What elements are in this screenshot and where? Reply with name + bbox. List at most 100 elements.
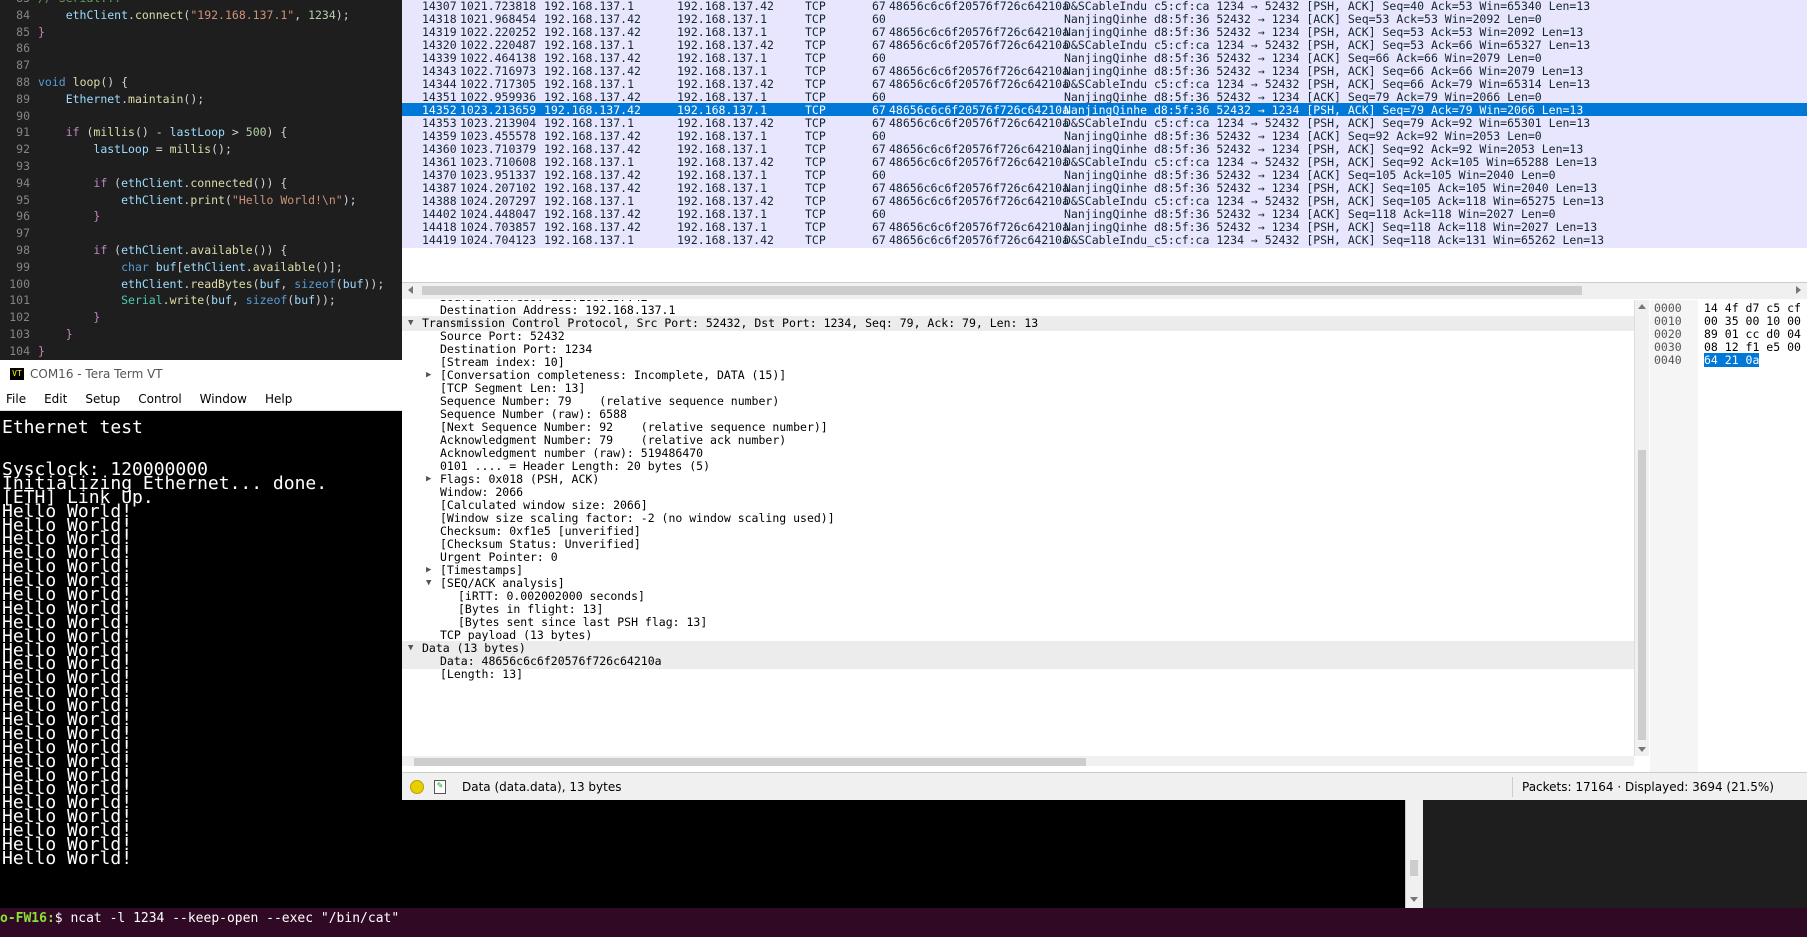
scroll-right-icon[interactable] [1796,286,1801,294]
code-token: // Serial... [38,0,121,5]
code-token: , [280,276,295,291]
hex-bytes: 14 4f d7 c5 cf ca 54 14 a7 d8 5f 36 08 0… [1704,301,1801,315]
teraterm-titlebar: VT COM16 - Tera Term VT [0,360,402,388]
code-token: . [162,293,170,308]
linux-terminal[interactable]: o-FW16:$ ncat -l 1234 --keep-open --exec… [0,908,740,937]
terminal-tab-area [740,908,1807,937]
scroll-down-icon[interactable] [1638,747,1646,752]
details-vscrollbar[interactable] [1634,300,1649,756]
details-hscroll-thumb[interactable] [414,758,1086,766]
line-number: 93 [16,159,30,173]
background-window [1423,800,1807,908]
line-number: 87 [16,58,30,73]
packet-cell-info2: 48656c6c6f20576f726c64210a [889,233,1069,247]
code-token: (); [183,91,205,106]
code-token: lastLoop [93,142,149,157]
menu-item-edit[interactable]: Edit [44,392,67,406]
line-number: 103 [9,327,30,341]
packet-cell-proto: TCP [805,233,826,247]
code-token: print [190,192,225,207]
code-token: } [93,209,101,224]
code-token: ethClient [183,259,246,274]
menu-item-control[interactable]: Control [138,392,181,406]
terminal-prompt-host: o-FW16: [0,911,55,926]
code-line: 102 } [0,309,402,325]
scroll-left-icon[interactable] [408,286,413,294]
packet-list-scroll-thumb[interactable] [422,286,1582,295]
teraterm-title: COM16 - Tera Term VT [30,367,163,381]
menu-item-window[interactable]: Window [200,392,247,406]
code-token: ethClient [121,243,184,257]
details-hscrollbar[interactable] [402,756,1634,766]
code-token: write [169,293,205,308]
code-token: 1234 [308,7,336,22]
code-token: buf [294,293,316,308]
code-token: Serial [121,293,163,308]
line-number: 101 [9,293,30,308]
code-token: = [148,142,170,157]
line-number: 89 [16,91,30,106]
code-token: ( [335,276,343,291]
hex-offset-column: 0000 0010 0020 0030 0040 [1650,300,1698,772]
terminal-command: $ ncat -l 1234 --keep-open --exec "/bin/… [54,911,400,926]
code-line: 89 Ethernet.maintain(); [0,91,402,107]
code-line: 100 ethClient.readBytes(buf, sizeof(buf)… [0,276,402,292]
code-token: buf [155,259,177,274]
menu-item-help[interactable]: Help [265,392,292,406]
packet-details[interactable]: Source Address: 192.168.137.42Destinatio… [402,300,1651,766]
line-number: 102 [9,310,30,325]
code-token: ()) { [252,175,288,190]
code-line: 84 ethClient.connect("192.168.137.1", 12… [0,7,402,23]
code-line: 93 [0,158,402,174]
code-token: loop [72,75,101,89]
code-token: maintain [128,91,184,106]
line-number: 99 [16,259,30,274]
code-line: 99 char buf[ethClient.available()]; [0,259,402,275]
code-token: "192.168.137.1" [190,7,295,22]
code-editor[interactable]: 83// Serial...84 ethClient.connect("192.… [0,0,402,360]
code-token: . [128,7,135,22]
packet-row[interactable]: 14419 1024.704123 192.168.137.1 192.168.137… [402,233,1807,248]
detail-row[interactable]: [Length: 13] [402,667,1634,682]
teraterm-window[interactable]: VT COM16 - Tera Term VT File Edit Setup Con… [0,360,402,908]
code-token: if [65,125,80,140]
teraterm-scroll-thumb[interactable] [1410,860,1418,876]
packet-list[interactable]: 14307 1021.723818 192.168.137.1 192.168.137… [402,0,1807,282]
line-number: 95 [16,192,30,207]
expert-info-icon[interactable] [410,780,424,794]
hex-bytes: 00 35 00 10 00 00 ff 06 28 36 c0 a8 89 2… [1704,314,1801,328]
status-bar: ✎ Data (data.data), 13 bytes Packets: 17… [402,772,1807,800]
code-token: ( [79,125,94,140]
scroll-down-icon[interactable] [1410,897,1418,902]
code-token: buf [342,276,364,291]
code-token: () - [134,125,170,140]
line-number: 84 [16,7,30,22]
code-token: connected [190,175,253,190]
terminal-line: Hello World! [2,847,133,869]
code-token: } [38,343,45,358]
packet-cell-info: D&SCableIndu_c5:cf:ca 1234 → 52432 [PSH,… [1064,233,1605,247]
teraterm-vscrollbar[interactable] [1405,800,1424,908]
menu-item-file[interactable]: File [6,392,26,406]
packet-bytes[interactable]: 14 4f d7 c5 cf ca 54 14 a7 d8 5f 36 08 0… [1698,300,1807,772]
wireshark-window: 14307 1021.723818 192.168.137.1 192.168.137… [402,0,1807,800]
line-number: 90 [16,108,30,123]
line-number: 86 [16,41,30,56]
details-scroll-thumb[interactable] [1638,450,1646,740]
code-token: millis [93,125,135,140]
packet-list-hscrollbar[interactable] [402,282,1807,299]
edit-comment-icon[interactable]: ✎ [434,780,446,794]
terminal-line: Ethernet test [2,417,143,438]
code-line: 98 if (ethClient.available()) { [0,242,402,258]
code-token: lastLoop [169,125,225,140]
scroll-up-icon[interactable] [1638,304,1646,309]
menu-item-setup[interactable]: Setup [85,392,120,406]
code-token: "Hello World!\n" [231,192,343,207]
